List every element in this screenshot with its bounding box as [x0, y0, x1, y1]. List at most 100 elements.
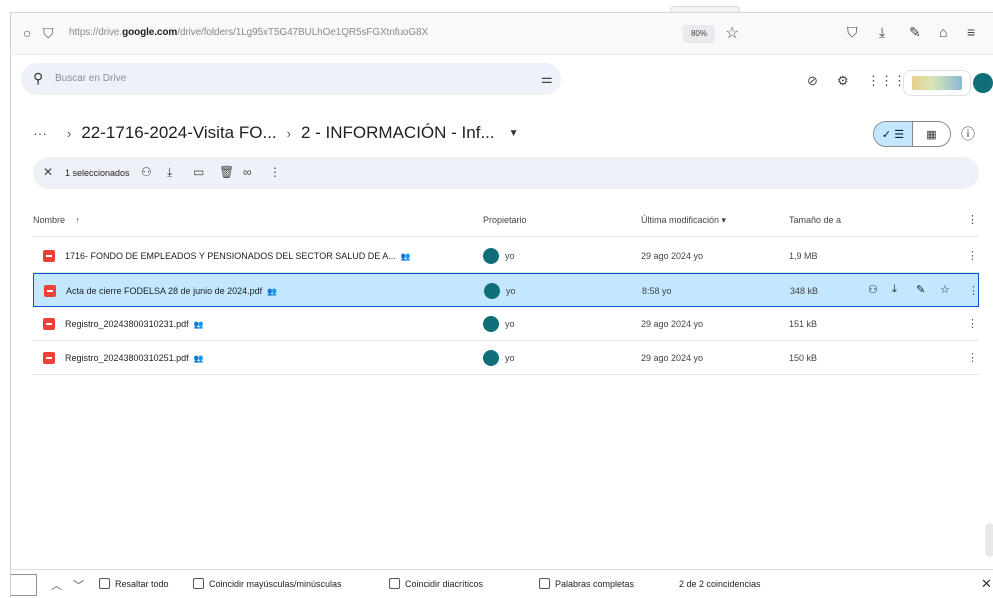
match-case-checkbox[interactable]: Coincidir mayúsculas/minúsculas	[193, 578, 342, 589]
file-name-text: Registro_20243800310251.pdf	[65, 353, 189, 363]
arrow-up-icon: ↑	[75, 215, 81, 225]
url-prefix: https://drive.	[69, 27, 123, 38]
file-modified: 29 ago 2024 yo	[641, 319, 704, 329]
file-owner: yo	[505, 251, 515, 261]
file-size: 1,9 MB	[789, 251, 818, 261]
file-name-text: Acta de cierre FODELSA 28 de junio de 20…	[66, 286, 263, 296]
match-case-label: Coincidir mayúsculas/minúsculas	[209, 578, 342, 589]
url-domain: google.com	[122, 27, 178, 38]
highlight-all-label: Resaltar todo	[115, 578, 169, 589]
link-icon[interactable]: ∞	[243, 165, 252, 179]
file-name-text: 1716- FONDO DE EMPLEADOS Y PENSIONADOS D…	[65, 251, 396, 261]
table-row[interactable]: 1716- FONDO DE EMPLEADOS Y PENSIONADOS D…	[33, 239, 979, 273]
column-modified-label: Última modificación	[641, 215, 720, 225]
find-input[interactable]	[11, 574, 37, 596]
more-vert-icon[interactable]: ⋮	[967, 351, 978, 364]
star-icon[interactable]: ☆	[725, 23, 739, 43]
menu-icon[interactable]: ≡	[967, 24, 975, 40]
selection-count: 1 seleccionados	[65, 168, 130, 178]
file-owner: yo	[505, 319, 515, 329]
grid-view-button[interactable]: ▦	[911, 122, 950, 146]
share-icon[interactable]: ⚇	[141, 165, 152, 179]
trash-icon[interactable]: 🗑	[219, 165, 234, 179]
shared-icon: 👥	[400, 252, 411, 261]
table-row[interactable]: Registro_20243800310251.pdf 👥 yo 29 ago 2…	[33, 341, 979, 375]
settings-icon[interactable]: ⚙	[837, 73, 849, 89]
breadcrumb: ··· › 22-1716-2024-Visita FO... › 2 - IN…	[33, 121, 519, 145]
search-bar[interactable]: ⚲ Buscar en Drive ⚌	[21, 63, 561, 95]
file-modified: 29 ago 2024 yo	[641, 353, 704, 363]
owner-avatar	[483, 316, 499, 332]
chevron-right-icon: ›	[286, 125, 291, 141]
search-input[interactable]: Buscar en Drive	[55, 73, 126, 84]
apps-grid-icon[interactable]: ⋮⋮⋮	[867, 73, 906, 89]
pdf-file-icon	[44, 285, 56, 297]
star-icon[interactable]: ☆	[940, 283, 950, 296]
file-modified: 8:58 yo	[642, 286, 672, 296]
table-row[interactable]: Acta de cierre FODELSA 28 de junio de 20…	[33, 273, 979, 307]
more-vert-icon[interactable]: ⋮	[967, 213, 978, 226]
move-icon[interactable]: ▭	[193, 165, 204, 179]
organization-logo[interactable]	[903, 70, 971, 96]
scrollbar[interactable]	[985, 523, 993, 557]
find-previous-icon[interactable]: ︿	[51, 577, 62, 593]
more-vert-icon[interactable]: ⋮	[968, 284, 979, 297]
checkbox-box	[539, 578, 550, 589]
download-icon[interactable]: ⤓	[892, 283, 897, 296]
filter-icon[interactable]: ⚌	[541, 71, 553, 87]
rename-icon[interactable]: ✎	[916, 283, 925, 296]
caret-down-icon[interactable]: ▼	[509, 128, 519, 139]
checkbox-box	[193, 578, 204, 589]
more-vert-icon[interactable]: ⋮	[967, 317, 978, 330]
circle-icon[interactable]: ○	[23, 25, 31, 41]
highlight-all-checkbox[interactable]: Resaltar todo	[99, 578, 169, 589]
lock-icon[interactable]: ⛉	[43, 25, 54, 42]
column-header-size[interactable]: Tamaño de a	[789, 215, 841, 225]
extensions-icon[interactable]: ✎	[909, 24, 921, 41]
column-header-owner[interactable]: Propietario	[483, 215, 527, 225]
more-actions-icon[interactable]: ⋮	[269, 165, 281, 179]
url-path: /drive/folders/1Lg95xT5G47BULhOe1QR5sFGX…	[177, 27, 429, 38]
close-icon[interactable]: ✕	[981, 576, 992, 592]
file-name: 1716- FONDO DE EMPLEADOS Y PENSIONADOS D…	[65, 251, 411, 261]
breadcrumb-parent-folder[interactable]: 22-1716-2024-Visita FO...	[81, 123, 276, 143]
column-name-label: Nombre	[33, 215, 66, 225]
address-bar[interactable]: https://drive.google.com/drive/folders/1…	[69, 27, 428, 38]
pdf-file-icon	[43, 250, 55, 262]
zoom-badge[interactable]: 80%	[683, 25, 715, 43]
download-icon[interactable]: ⤓	[879, 24, 885, 41]
download-icon[interactable]: ⤓	[167, 165, 172, 180]
list-view-button[interactable]: ✓ ☰	[874, 122, 912, 146]
breadcrumb-more[interactable]: ···	[33, 125, 47, 141]
match-diacritics-checkbox[interactable]: Coincidir diacríticos	[389, 578, 483, 589]
browser-toolbar: ○ ⛉ https://drive.google.com/drive/folde…	[11, 13, 993, 55]
account-avatar[interactable]	[973, 73, 993, 93]
file-owner: yo	[506, 286, 516, 296]
find-bar: ︿ ﹀ Resaltar todo Coincidir mayúsculas/m…	[11, 569, 993, 598]
file-name-text: Registro_20243800310231.pdf	[65, 319, 189, 329]
file-size: 348 kB	[790, 286, 819, 296]
checkbox-box	[99, 578, 110, 589]
checkbox-box	[389, 578, 400, 589]
whole-words-checkbox[interactable]: Palabras completas	[539, 578, 634, 589]
file-table-header: Nombre ↑ Propietario Última modificación…	[33, 203, 979, 237]
help-icon[interactable]: ⊘	[807, 73, 818, 89]
share-icon[interactable]: ⚇	[868, 283, 878, 296]
breadcrumb-current-folder[interactable]: 2 - INFORMACIÓN - Inf...	[301, 123, 495, 143]
selection-toolbar: ✕ 1 seleccionados ⚇ ⤓ ▭ 🗑 ∞ ⋮	[33, 157, 979, 189]
column-header-modified[interactable]: Última modificación ▾	[641, 215, 726, 226]
chevron-right-icon: ›	[67, 125, 72, 141]
info-icon[interactable]: ⓘ	[961, 124, 975, 144]
more-vert-icon[interactable]: ⋮	[967, 249, 978, 262]
match-diacritics-label: Coincidir diacríticos	[405, 578, 484, 589]
find-next-icon[interactable]: ﹀	[73, 577, 84, 593]
column-header-name[interactable]: Nombre ↑	[33, 215, 80, 225]
table-row[interactable]: Registro_20243800310231.pdf 👥 yo 29 ago 2…	[33, 307, 979, 341]
clear-selection-icon[interactable]: ✕	[43, 165, 53, 179]
pocket-icon[interactable]: ⛉	[847, 24, 858, 41]
search-icon[interactable]: ⚲	[33, 70, 43, 87]
file-name: Acta de cierre FODELSA 28 de junio de 20…	[66, 286, 277, 296]
brand-logo-image	[912, 76, 962, 90]
whole-words-label: Palabras completas	[555, 578, 635, 589]
home-icon[interactable]: ⌂	[939, 24, 947, 40]
